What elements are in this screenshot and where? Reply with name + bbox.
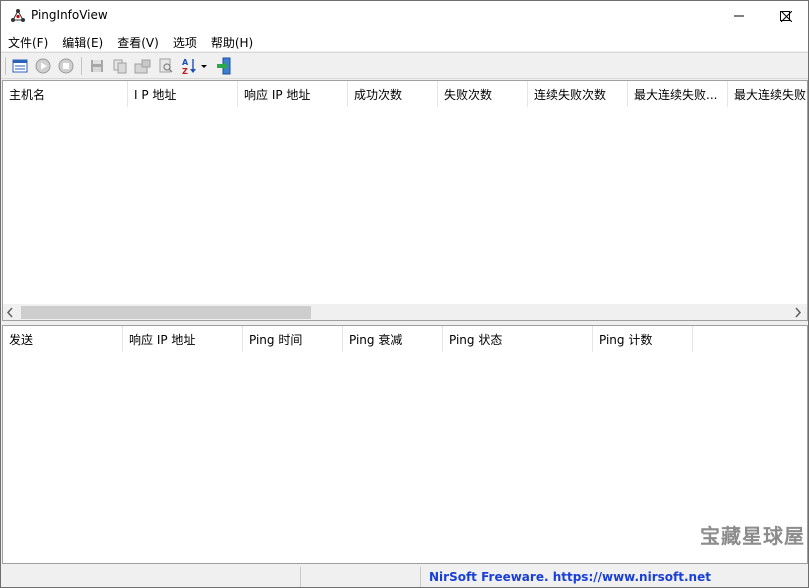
minimize-icon [734,15,744,17]
minimize-button[interactable] [716,1,762,31]
sort-icon: A Z [182,58,207,75]
window-title: PingInfoView [31,8,108,22]
sort-button[interactable]: A Z [181,56,211,76]
hosts-list-header: 主机名 I P 地址 响应 IP 地址 成功次数 失败次数 连续失败次数 最大连… [3,81,807,107]
column-header-ping-count[interactable]: Ping 计数 [593,326,693,352]
menu-edit[interactable]: 编辑(E) [55,31,110,51]
start-button[interactable] [33,56,53,76]
column-header-max-consecutive-failed-time[interactable]: 最大连续失败 [728,81,807,107]
svg-text:A: A [182,58,189,67]
stop-icon [58,58,74,74]
status-pane-1 [1,567,301,587]
ping-results-header: 发送 响应 IP 地址 Ping 时间 Ping 衰减 Ping 状态 Ping… [3,326,807,352]
menu-options[interactable]: 选项 [166,31,204,51]
scroll-left-icon[interactable] [5,307,15,318]
column-header-reply-ip[interactable]: 响应 IP 地址 [123,326,243,352]
horizontal-scrollbar[interactable] [3,304,807,320]
start-icon [35,58,51,74]
column-header-reply-ip[interactable]: 响应 IP 地址 [238,81,348,107]
column-header-ip-address[interactable]: I P 地址 [128,81,238,107]
find-button[interactable] [156,56,176,76]
find-icon [159,58,173,73]
nirsoft-link[interactable]: NirSoft Freeware. https://www.nirsoft.ne… [429,570,711,584]
column-header-sent[interactable]: 发送 [3,326,123,352]
column-header-ping-status[interactable]: Ping 状态 [443,326,593,352]
copy-button[interactable] [110,56,130,76]
menu-view[interactable]: 查看(V) [110,31,166,51]
svg-text:Z: Z [182,67,188,75]
properties-icon [12,59,28,73]
save-icon [91,60,103,72]
status-bar: NirSoft Freeware. https://www.nirsoft.ne… [1,565,808,587]
watermark: 宝藏星球屋 [700,524,805,548]
status-pane-2 [301,567,421,587]
menu-help[interactable]: 帮助(H) [204,31,260,51]
exit-icon [217,57,231,75]
column-header-failed-count[interactable]: 失败次数 [438,81,528,107]
close-window-button[interactable] [763,1,808,31]
properties-button[interactable] [10,56,30,76]
column-header-max-consecutive-failed[interactable]: 最大连续失败... [628,81,728,107]
toolbar-separator [81,57,82,75]
column-header-consecutive-failed[interactable]: 连续失败次数 [528,81,628,107]
scrollbar-thumb[interactable] [21,306,311,319]
ping-results-list[interactable]: 发送 响应 IP 地址 Ping 时间 Ping 衰减 Ping 状态 Ping… [2,325,808,564]
title-bar: PingInfoView [1,1,808,31]
save-button[interactable] [87,56,107,76]
close-icon [780,10,792,22]
scroll-right-icon[interactable] [793,307,803,318]
column-header-ping-ttl[interactable]: Ping 衰减 [343,326,443,352]
copy-icon [113,59,127,74]
html-report-icon [134,59,151,74]
hosts-list[interactable]: 主机名 I P 地址 响应 IP 地址 成功次数 失败次数 连续失败次数 最大连… [2,80,808,321]
column-header-hostname[interactable]: 主机名 [3,81,128,107]
exit-button[interactable] [214,56,234,76]
column-header-succeed-count[interactable]: 成功次数 [348,81,438,107]
column-header-ping-time[interactable]: Ping 时间 [243,326,343,352]
menu-file[interactable]: 文件(F) [1,31,55,51]
stop-button[interactable] [56,56,76,76]
app-icon [11,9,25,22]
toolbar: A Z [1,52,808,79]
app-window: PingInfoView 文件(F) 编辑(E) 查看(V) 选项 帮助(H) [0,0,809,588]
menu-bar: 文件(F) 编辑(E) 查看(V) 选项 帮助(H) [1,31,808,51]
toolbar-separator [5,57,6,75]
html-report-button[interactable] [133,56,153,76]
